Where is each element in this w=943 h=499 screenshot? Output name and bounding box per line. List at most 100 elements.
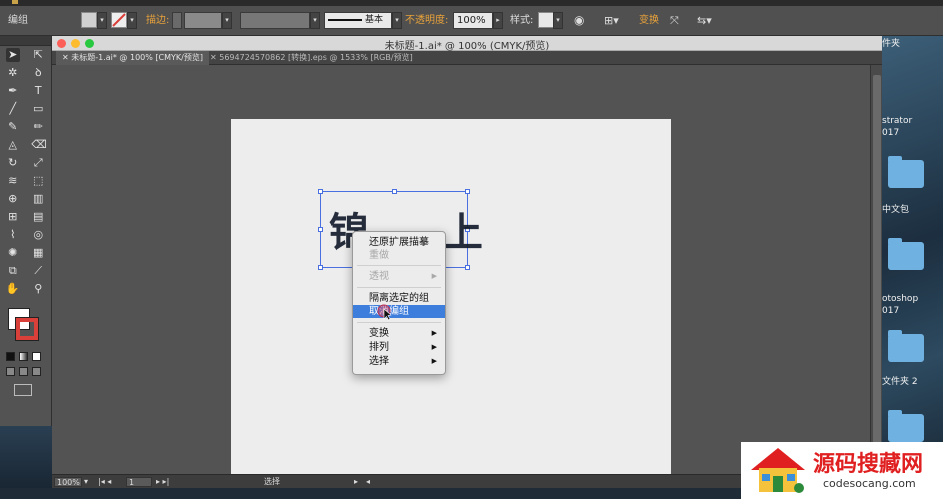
rectangle-tool-icon[interactable]: ▭ <box>31 102 45 116</box>
zoom-tool-icon[interactable]: ⚲ <box>31 282 45 296</box>
scale-tool-icon[interactable]: ⤢ <box>31 156 45 170</box>
horizontal-scroll-left-icon[interactable]: ◂ <box>366 477 370 487</box>
folder-icon[interactable] <box>888 410 924 442</box>
folder-icon[interactable] <box>888 156 924 188</box>
prev-artboard-icon[interactable]: |◂ ◂ <box>98 477 111 487</box>
warp-tool-icon[interactable]: ≋ <box>6 174 20 188</box>
eyedropper-tool-icon[interactable]: ⌇ <box>6 228 20 242</box>
gradient-tool-icon[interactable]: ▤ <box>31 210 45 224</box>
status-menu-icon[interactable]: ▸ <box>354 477 358 487</box>
recolor-icon[interactable]: ◉ <box>574 12 584 29</box>
blend-tool-icon[interactable]: ◎ <box>31 228 45 242</box>
shaper-tool-icon[interactable]: ◬ <box>6 138 20 152</box>
draw-inside-icon[interactable] <box>32 367 41 376</box>
hand-tool-icon[interactable]: ✋ <box>6 282 20 296</box>
folder-icon[interactable] <box>888 238 924 270</box>
menu-item-transform[interactable]: 变换 ▶ <box>353 327 445 340</box>
align-grid-icon[interactable]: ⊞▾ <box>604 12 619 29</box>
symbol-sprayer-tool-icon[interactable]: ✺ <box>6 246 20 260</box>
opacity-dropdown[interactable]: ▸ <box>493 12 503 29</box>
paintbrush-tool-icon[interactable]: ✎ <box>6 120 20 134</box>
zoom-dropdown-icon[interactable]: ▾ <box>84 477 88 487</box>
profile-dropdown[interactable]: ▾ <box>310 12 320 29</box>
resize-handle[interactable] <box>318 265 323 270</box>
watermark-title: 源码搜藏网 <box>813 452 924 477</box>
none-mode-icon[interactable] <box>32 352 41 361</box>
artboard[interactable]: 锦 上 <box>231 119 671 479</box>
shape-builder-tool-icon[interactable]: ⊕ <box>6 192 20 206</box>
desktop-item-label: strator <box>882 116 913 126</box>
artboard-number-input[interactable]: 1 <box>126 477 152 487</box>
resize-handle[interactable] <box>318 227 323 232</box>
canvas-area[interactable]: 锦 上 还原扩展描摹 重做 透视 ▶ 隔离选定的组 取消编组 变换 ▶ 排列 ▶ 选择… <box>52 65 870 479</box>
mesh-tool-icon[interactable]: ⊞ <box>6 210 20 224</box>
variable-width-profile[interactable] <box>240 12 310 29</box>
stroke-dropdown[interactable]: ▾ <box>127 12 137 29</box>
vertical-scrollbar[interactable] <box>870 65 882 479</box>
rotate-tool-icon[interactable]: ↻ <box>6 156 20 170</box>
resize-handle[interactable] <box>465 265 470 270</box>
resize-handle[interactable] <box>465 189 470 194</box>
slice-tool-icon[interactable]: ⟋ <box>31 264 45 278</box>
opacity-label[interactable]: 不透明度: <box>405 12 448 29</box>
brush-dropdown[interactable]: ▾ <box>392 12 402 29</box>
resize-handle[interactable] <box>318 189 323 194</box>
stroke-color-swatch[interactable] <box>15 317 39 341</box>
stroke-label[interactable]: 描边: <box>146 12 169 29</box>
panel-menu-icon[interactable]: ⇆▾ <box>697 12 712 29</box>
next-artboard-icon[interactable]: ▸ ▸| <box>156 477 169 487</box>
eraser-tool-icon[interactable]: ⌫ <box>31 138 47 152</box>
artboard-tool-icon[interactable]: ⧉ <box>6 264 20 278</box>
pencil-tool-icon[interactable]: ✏ <box>31 120 45 134</box>
tools-panel-header[interactable] <box>0 36 51 46</box>
stroke-weight-dropdown[interactable]: ▾ <box>222 12 232 29</box>
scrollbar-thumb[interactable] <box>873 75 881 465</box>
type-tool-icon[interactable]: T <box>31 84 45 98</box>
graphic-style-dropdown[interactable]: ▾ <box>553 12 563 29</box>
resize-handle[interactable] <box>392 189 397 194</box>
direct-selection-tool-icon[interactable]: ⇱ <box>31 48 45 62</box>
menu-separator <box>357 265 441 266</box>
transform-label[interactable]: 变换 <box>639 12 659 29</box>
desktop-item-label: 文件夹 2 <box>882 377 918 387</box>
line-tool-icon[interactable]: ╱ <box>6 102 20 116</box>
menu-item-undo-expand-trace[interactable]: 还原扩展描摹 <box>353 236 445 249</box>
menu-separator <box>357 322 441 323</box>
submenu-arrow-icon: ▶ <box>431 343 437 351</box>
draw-behind-icon[interactable] <box>19 367 28 376</box>
brush-definition[interactable]: 基本 <box>324 12 392 29</box>
screen-mode-icon[interactable] <box>14 384 32 396</box>
gradient-mode-icon[interactable] <box>19 352 28 361</box>
fill-swatch-icon[interactable] <box>81 12 97 28</box>
stroke-swatch-icon[interactable] <box>111 12 127 28</box>
menu-item-select[interactable]: 选择 ▶ <box>353 355 445 368</box>
opacity-input[interactable]: 100% <box>453 12 493 29</box>
zoom-level-input[interactable]: 100% <box>54 477 82 487</box>
control-bar: 编组 ▾ ▾ 描边: ▾ ▾ 基本 ▾ 不透明度: 100% ▸ 样式: ▾ ◉… <box>0 6 943 36</box>
submenu-arrow-icon: ▶ <box>431 272 437 280</box>
desktop-item-label: 017 <box>882 306 900 316</box>
draw-mode-buttons <box>0 367 51 376</box>
menu-item-label: 排列 <box>369 342 389 353</box>
transform-icon[interactable]: ⤧ <box>670 12 679 29</box>
draw-normal-icon[interactable] <box>6 367 15 376</box>
menu-item-arrange[interactable]: 排列 ▶ <box>353 341 445 354</box>
magic-wand-tool-icon[interactable]: ✲ <box>6 66 20 80</box>
stroke-weight-stepper[interactable] <box>172 12 182 29</box>
lasso-tool-icon[interactable]: ꝺ <box>31 66 45 80</box>
pen-tool-icon[interactable]: ✒ <box>6 84 20 98</box>
graphic-style-swatch[interactable] <box>538 12 554 28</box>
fill-dropdown[interactable]: ▾ <box>97 12 107 29</box>
stroke-weight-input[interactable] <box>184 12 222 29</box>
menu-item-isolate-group[interactable]: 隔离选定的组 <box>353 292 445 305</box>
menu-item-label: 变换 <box>369 328 389 339</box>
tab-eps-file[interactable]: ✕ 5694724570862 [转换].eps @ 1533% [RGB/预览… <box>204 51 419 65</box>
menu-item-ungroup[interactable]: 取消编组 <box>353 305 445 318</box>
tab-untitled-1[interactable]: ✕ 未标题-1.ai* @ 100% [CMYK/预览] <box>56 51 209 65</box>
perspective-grid-tool-icon[interactable]: ▥ <box>31 192 45 206</box>
folder-icon[interactable] <box>888 330 924 362</box>
color-mode-icon[interactable] <box>6 352 15 361</box>
selection-tool-icon[interactable]: ➤ <box>5 48 20 62</box>
free-transform-tool-icon[interactable]: ⬚ <box>31 174 45 188</box>
graph-tool-icon[interactable]: ▦ <box>31 246 45 260</box>
